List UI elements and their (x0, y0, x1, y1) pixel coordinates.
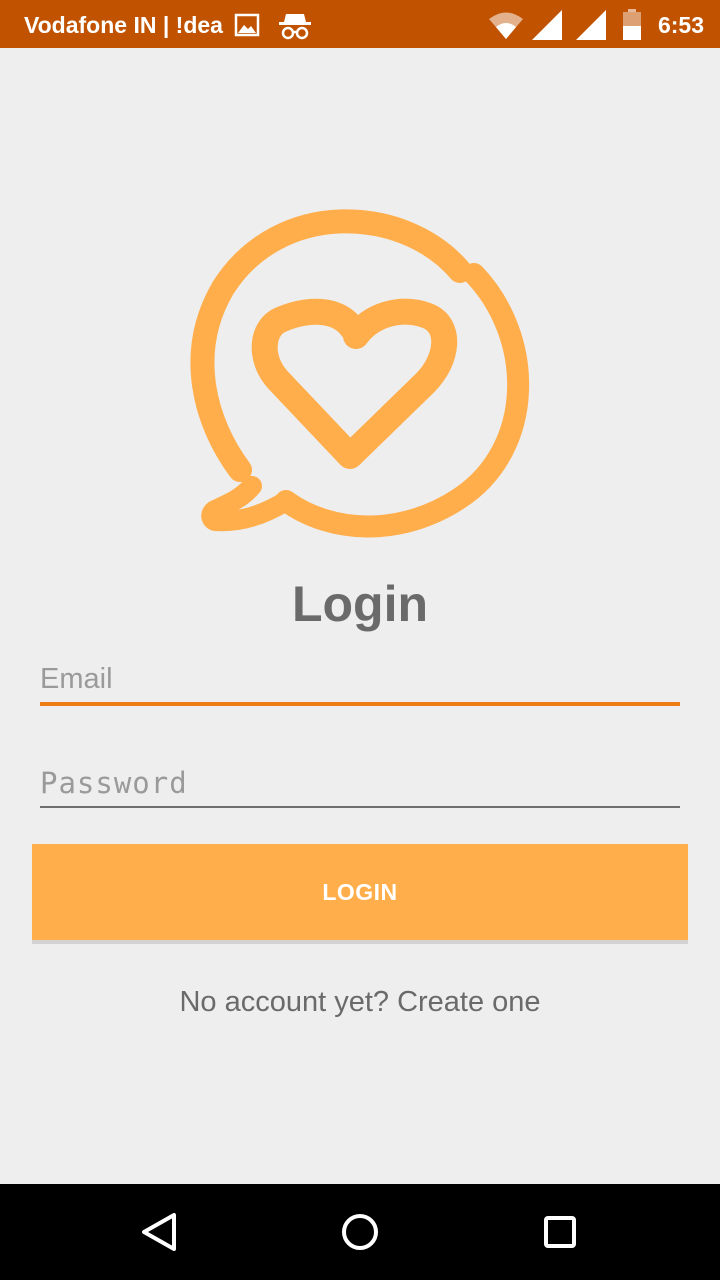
login-button[interactable]: LOGIN (32, 844, 688, 944)
password-field[interactable] (40, 760, 680, 808)
chat-heart-logo-icon (190, 209, 530, 538)
back-icon[interactable] (130, 1202, 190, 1262)
page-title: Login (291, 576, 429, 632)
navigation-bar (0, 1184, 720, 1280)
recents-icon[interactable] (530, 1202, 590, 1262)
image-icon (234, 13, 260, 37)
create-account-link[interactable]: No account yet? Create one (0, 982, 720, 1022)
status-bar: Vodafone IN | !dea 6:53 (0, 0, 720, 48)
signal-icon (576, 10, 606, 40)
incognito-icon (279, 14, 311, 40)
carrier-name: Vodafone IN | !dea (24, 12, 223, 38)
signal-icon (532, 10, 562, 40)
wifi-icon (489, 12, 523, 39)
battery-icon (623, 9, 641, 40)
email-field[interactable] (40, 656, 680, 706)
clock: 6:53 (657, 12, 704, 38)
home-icon[interactable] (330, 1202, 390, 1262)
